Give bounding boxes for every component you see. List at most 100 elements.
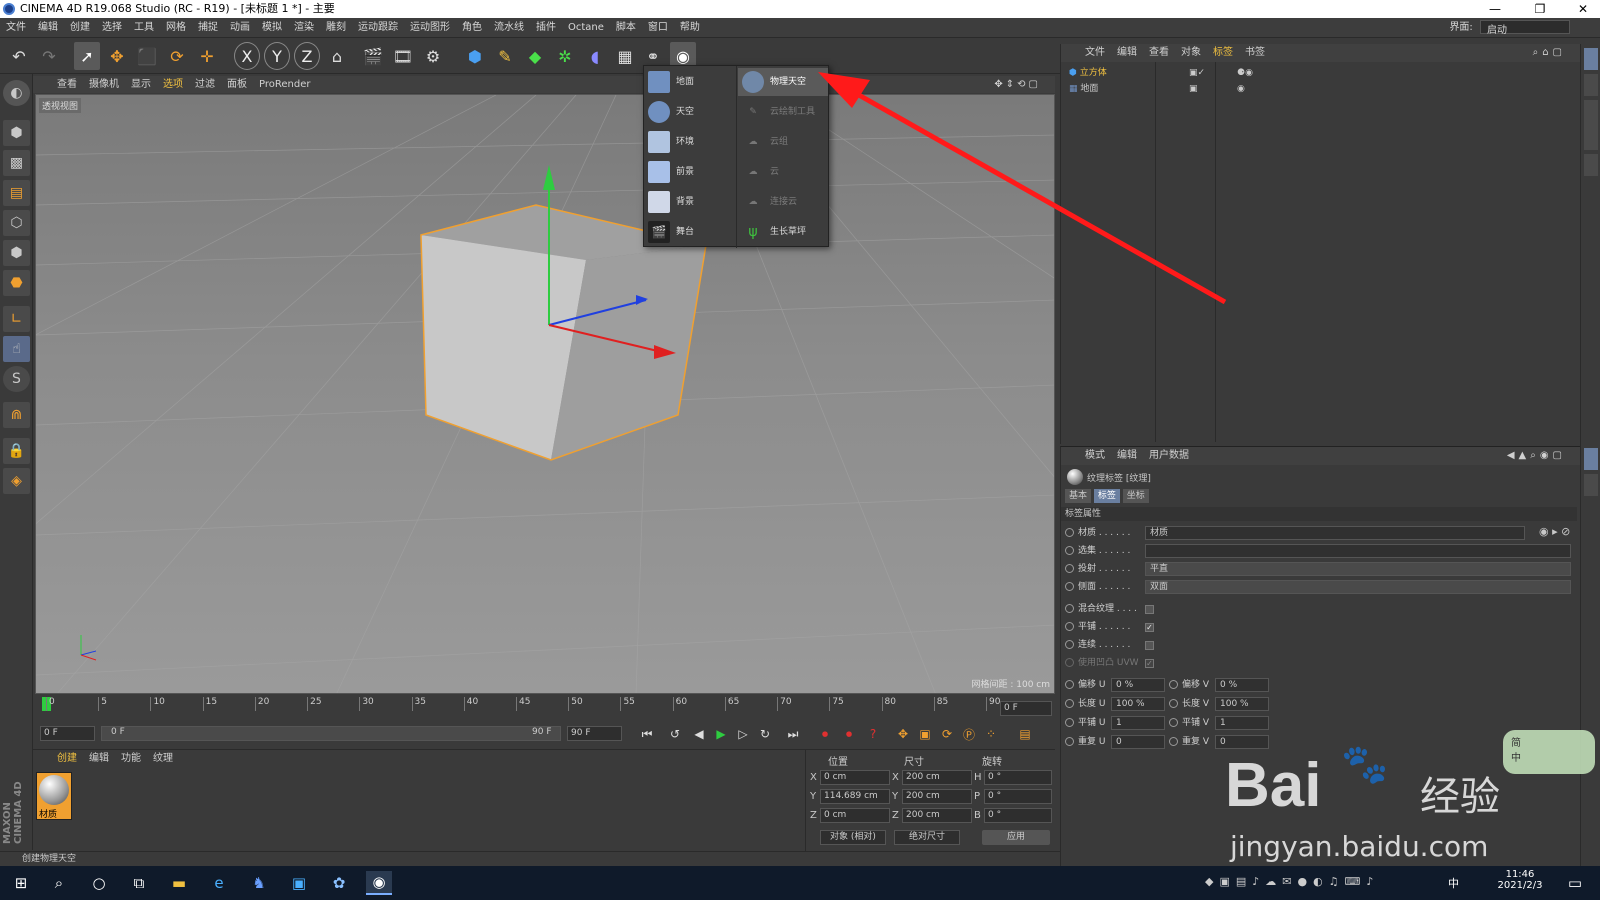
obj-manager-search-icon[interactable]: ⌕⌂▢ [1527,44,1572,62]
edge-browser-icon[interactable]: e [206,871,232,895]
menu-snap[interactable]: 捕捉 [192,18,224,38]
current-frame-field[interactable]: 0 F [1000,701,1052,716]
axis-mode-icon[interactable]: ∟ [3,306,30,332]
tab-tag[interactable]: 标签 [1093,489,1120,503]
cortana-icon[interactable]: ○ [86,871,112,895]
play-icon[interactable]: ▶ [711,725,731,743]
key-parameter-icon[interactable]: Ⓟ [959,725,979,743]
attributes-tab[interactable] [1584,448,1598,470]
key-pla-icon[interactable]: ⁘ [981,725,1001,743]
menu-help[interactable]: 帮助 [674,18,706,38]
layers-tab[interactable] [1584,474,1598,496]
mat-menu-create[interactable]: 创建 [51,750,83,768]
size-z-field[interactable]: 200 cm [902,808,972,823]
uvw-anim-icon[interactable] [1065,658,1074,667]
object-row-cube[interactable]: ⬢ 立方体 ▣✓ ⚈◉ [1069,66,1579,80]
rot-p-field[interactable]: 0 ° [984,789,1052,804]
windows-start-icon[interactable]: ⊞ [8,871,34,895]
length-v-field[interactable]: 100 % [1215,697,1269,711]
tab-basic[interactable]: 基本 [1065,489,1092,503]
rot-b-field[interactable]: 0 ° [984,808,1052,823]
popup-item-cloud-paint[interactable]: ✎ 云绘制工具 [738,98,828,126]
seamless-anim-icon[interactable] [1065,640,1074,649]
prev-frame-icon[interactable]: ◀ [689,725,709,743]
vp-menu-options[interactable]: 选项 [157,76,189,93]
length-u-anim-icon[interactable] [1065,699,1074,708]
popup-item-stage[interactable]: 🎬 舞台 [644,218,736,246]
pen-spline-icon[interactable]: ✎ [492,42,518,70]
obj-menu-file[interactable]: 文件 [1079,44,1111,62]
visibility-toggle-floor-icon[interactable]: ▣ [1189,82,1198,96]
vp-menu-display[interactable]: 显示 [125,76,157,93]
menu-simulate[interactable]: 模拟 [256,18,288,38]
attr-nav-icons[interactable]: ◀▲⌕◉▢ [1501,447,1572,465]
popup-item-cloud-group[interactable]: ☁ 云组 [738,128,828,156]
workplane-mode-icon[interactable]: ▤ [3,180,30,206]
key-position-icon[interactable]: ✥ [893,725,913,743]
menu-pipeline[interactable]: 流水线 [488,18,530,38]
menu-create[interactable]: 创建 [64,18,96,38]
projection-dropdown[interactable]: 平直 [1145,562,1571,576]
menu-motion-tracker[interactable]: 运动跟踪 [352,18,404,38]
length-v-anim-icon[interactable] [1169,699,1178,708]
uvw-checkbox[interactable]: ✓ [1145,659,1154,668]
material-swatch[interactable]: 材质 [36,772,72,820]
next-frame-icon[interactable]: ▷ [733,725,753,743]
menu-file[interactable]: 文件 [0,18,32,38]
side-anim-icon[interactable] [1065,582,1074,591]
mix-texture-checkbox[interactable] [1145,605,1154,614]
perspective-viewport[interactable]: 透视视图 网格间距 : 100 cm [35,94,1055,694]
obj-menu-bookmarks[interactable]: 书签 [1239,44,1271,62]
menu-window[interactable]: 窗口 [642,18,674,38]
obj-menu-edit[interactable]: 编辑 [1111,44,1143,62]
app-icon-2[interactable]: ▣ [286,871,312,895]
goto-start-icon[interactable]: ⏮ [637,725,657,743]
file-explorer-icon[interactable]: ▬ [166,871,192,895]
start-frame-field[interactable]: 0 F [40,726,95,741]
menu-edit[interactable]: 编辑 [32,18,64,38]
mat-menu-function[interactable]: 功能 [115,750,147,768]
rot-h-field[interactable]: 0 ° [984,770,1052,785]
obj-menu-objects[interactable]: 对象 [1175,44,1207,62]
close-button[interactable]: ✕ [1568,0,1598,18]
selection-field[interactable] [1145,544,1571,558]
mix-anim-icon[interactable] [1065,604,1074,613]
deformer-icon[interactable]: ◖ [582,42,608,70]
model-mode-icon[interactable]: ⬢ [3,120,30,146]
tile-checkbox[interactable]: ✓ [1145,623,1154,632]
objects-tab[interactable] [1584,48,1598,70]
scale-icon[interactable]: ⬛ [134,42,160,70]
menu-select[interactable]: 选择 [96,18,128,38]
floor-tool-icon[interactable]: ▦ [612,42,638,70]
polygons-mode-icon[interactable]: ⬣ [3,270,30,296]
vp-menu-view[interactable]: 查看 [51,76,83,93]
size-y-field[interactable]: 200 cm [902,789,972,804]
snap-icon[interactable]: ⋒ [3,402,30,428]
clock[interactable]: 11:46 2021/2/3 [1490,869,1550,891]
tweak-mode-icon[interactable]: ☝ [3,336,30,362]
menu-plugins[interactable]: 插件 [530,18,562,38]
pos-z-field[interactable]: 0 cm [820,808,890,823]
autokey-icon[interactable]: ⏺ [839,725,859,743]
offset-u-anim-icon[interactable] [1065,680,1074,689]
obj-menu-tags[interactable]: 标签 [1207,44,1239,62]
menu-render[interactable]: 渲染 [288,18,320,38]
popup-item-background[interactable]: 背景 [644,188,736,216]
record-keyframe-icon[interactable]: ⏺ [815,725,835,743]
popup-item-sky[interactable]: 天空 [644,98,736,126]
material-anim-icon[interactable] [1065,528,1074,537]
popup-item-grass[interactable]: ψ 生长草坪 [738,218,828,246]
minimize-button[interactable]: — [1480,0,1510,18]
notification-icon[interactable]: ▭ [1562,871,1588,895]
transform-icon[interactable]: ✛ [194,42,220,70]
vp-menu-cameras[interactable]: 摄像机 [83,76,125,93]
seamless-checkbox[interactable] [1145,641,1154,650]
size-mode-dropdown[interactable]: 绝对尺寸 [894,830,960,845]
vp-menu-prorender[interactable]: ProRender [253,76,316,93]
app-icon-3[interactable]: ✿ [326,871,352,895]
attr-menu-mode[interactable]: 模式 [1079,447,1111,465]
vp-menu-filter[interactable]: 过滤 [189,76,221,93]
layout-dropdown[interactable]: 启动 [1480,20,1570,36]
vp-menu-panel[interactable]: 面板 [221,76,253,93]
length-u-field[interactable]: 100 % [1111,697,1165,711]
